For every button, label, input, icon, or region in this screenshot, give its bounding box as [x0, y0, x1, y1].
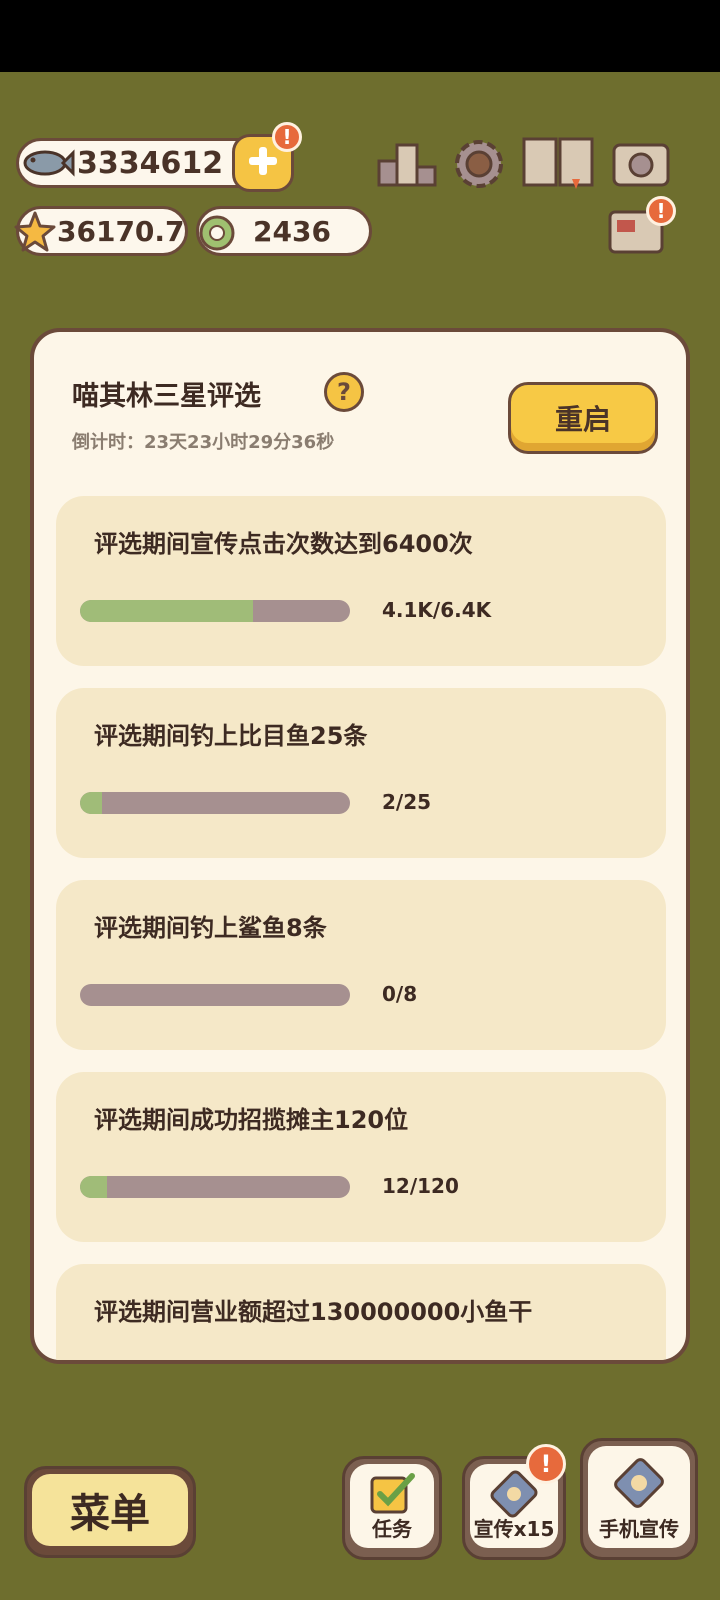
book-button[interactable]: [520, 134, 596, 194]
progress-track: [80, 984, 350, 1006]
progress-fill: [80, 1176, 107, 1198]
progress-track: [80, 1176, 350, 1198]
menu-label: 菜单: [32, 1474, 188, 1546]
progress-text: 12/120: [382, 1174, 459, 1198]
star-icon: [13, 211, 57, 261]
restart-button[interactable]: 重启: [508, 382, 658, 454]
ranking-icon: [375, 139, 439, 193]
settings-gear-icon: [450, 135, 508, 197]
michelin-panel: 喵其林三星评选 ? 倒计时：23天23小时29分36秒 重启 评选期间宣传点击次…: [30, 328, 690, 1364]
ring-count: 2436: [253, 214, 331, 248]
task-title: 评选期间营业额超过130000000小鱼干: [94, 1298, 533, 1326]
book-icon: [520, 133, 596, 195]
task-title: 评选期间钓上鲨鱼8条: [94, 914, 327, 942]
fish-icon: [15, 143, 75, 191]
ring-icon: [197, 213, 237, 261]
phone-promote-label: 手机宣传: [599, 1517, 679, 1541]
progress-fill: [80, 600, 253, 622]
alert-badge: !: [272, 122, 302, 152]
plus-icon: [246, 144, 280, 182]
progress-text: 4.1K/6.4K: [382, 598, 492, 622]
camera-button[interactable]: [610, 136, 672, 192]
settings-button[interactable]: [448, 136, 510, 196]
phone-promote-button[interactable]: 手机宣传: [580, 1438, 698, 1560]
progress-track: [80, 792, 350, 814]
task-card: 评选期间钓上比目鱼25条 2/25: [56, 688, 666, 858]
progress-fill: [80, 792, 102, 814]
help-icon[interactable]: ?: [324, 372, 364, 412]
newspaper-alert-badge: !: [646, 196, 676, 226]
camera-icon: [611, 135, 671, 193]
star-counter: 36170.7: [14, 206, 188, 256]
checkbox-icon: [368, 1470, 416, 1521]
fish-count: 3334612: [77, 145, 224, 181]
ring-counter: 2436: [196, 206, 372, 256]
panel-title: 喵其林三星评选: [72, 381, 261, 412]
task-card: 评选期间钓上鲨鱼8条 0/8: [56, 880, 666, 1050]
progress-track: [80, 600, 350, 622]
menu-button[interactable]: 菜单: [24, 1466, 196, 1558]
ranking-button[interactable]: [374, 140, 440, 192]
task-title: 评选期间宣传点击次数达到6400次: [94, 530, 473, 558]
promote-alert-badge: !: [526, 1444, 566, 1484]
cat-paw-card-icon: [610, 1456, 668, 1515]
countdown-text: 倒计时：23天23小时29分36秒: [72, 432, 335, 453]
progress-text: 0/8: [382, 982, 418, 1006]
task-title: 评选期间钓上比目鱼25条: [94, 722, 368, 750]
task-card: 评选期间成功招揽摊主120位 12/120: [56, 1072, 666, 1242]
fish-counter: 3334612: [16, 138, 266, 188]
task-card: 评选期间营业额超过130000000小鱼干: [56, 1264, 666, 1360]
star-count: 36170.7: [57, 214, 185, 248]
task-button[interactable]: 任务: [342, 1456, 442, 1560]
task-title: 评选期间成功招揽摊主120位: [94, 1106, 409, 1134]
progress-text: 2/25: [382, 790, 432, 814]
task-card: 评选期间宣传点击次数达到6400次 4.1K/6.4K: [56, 496, 666, 666]
